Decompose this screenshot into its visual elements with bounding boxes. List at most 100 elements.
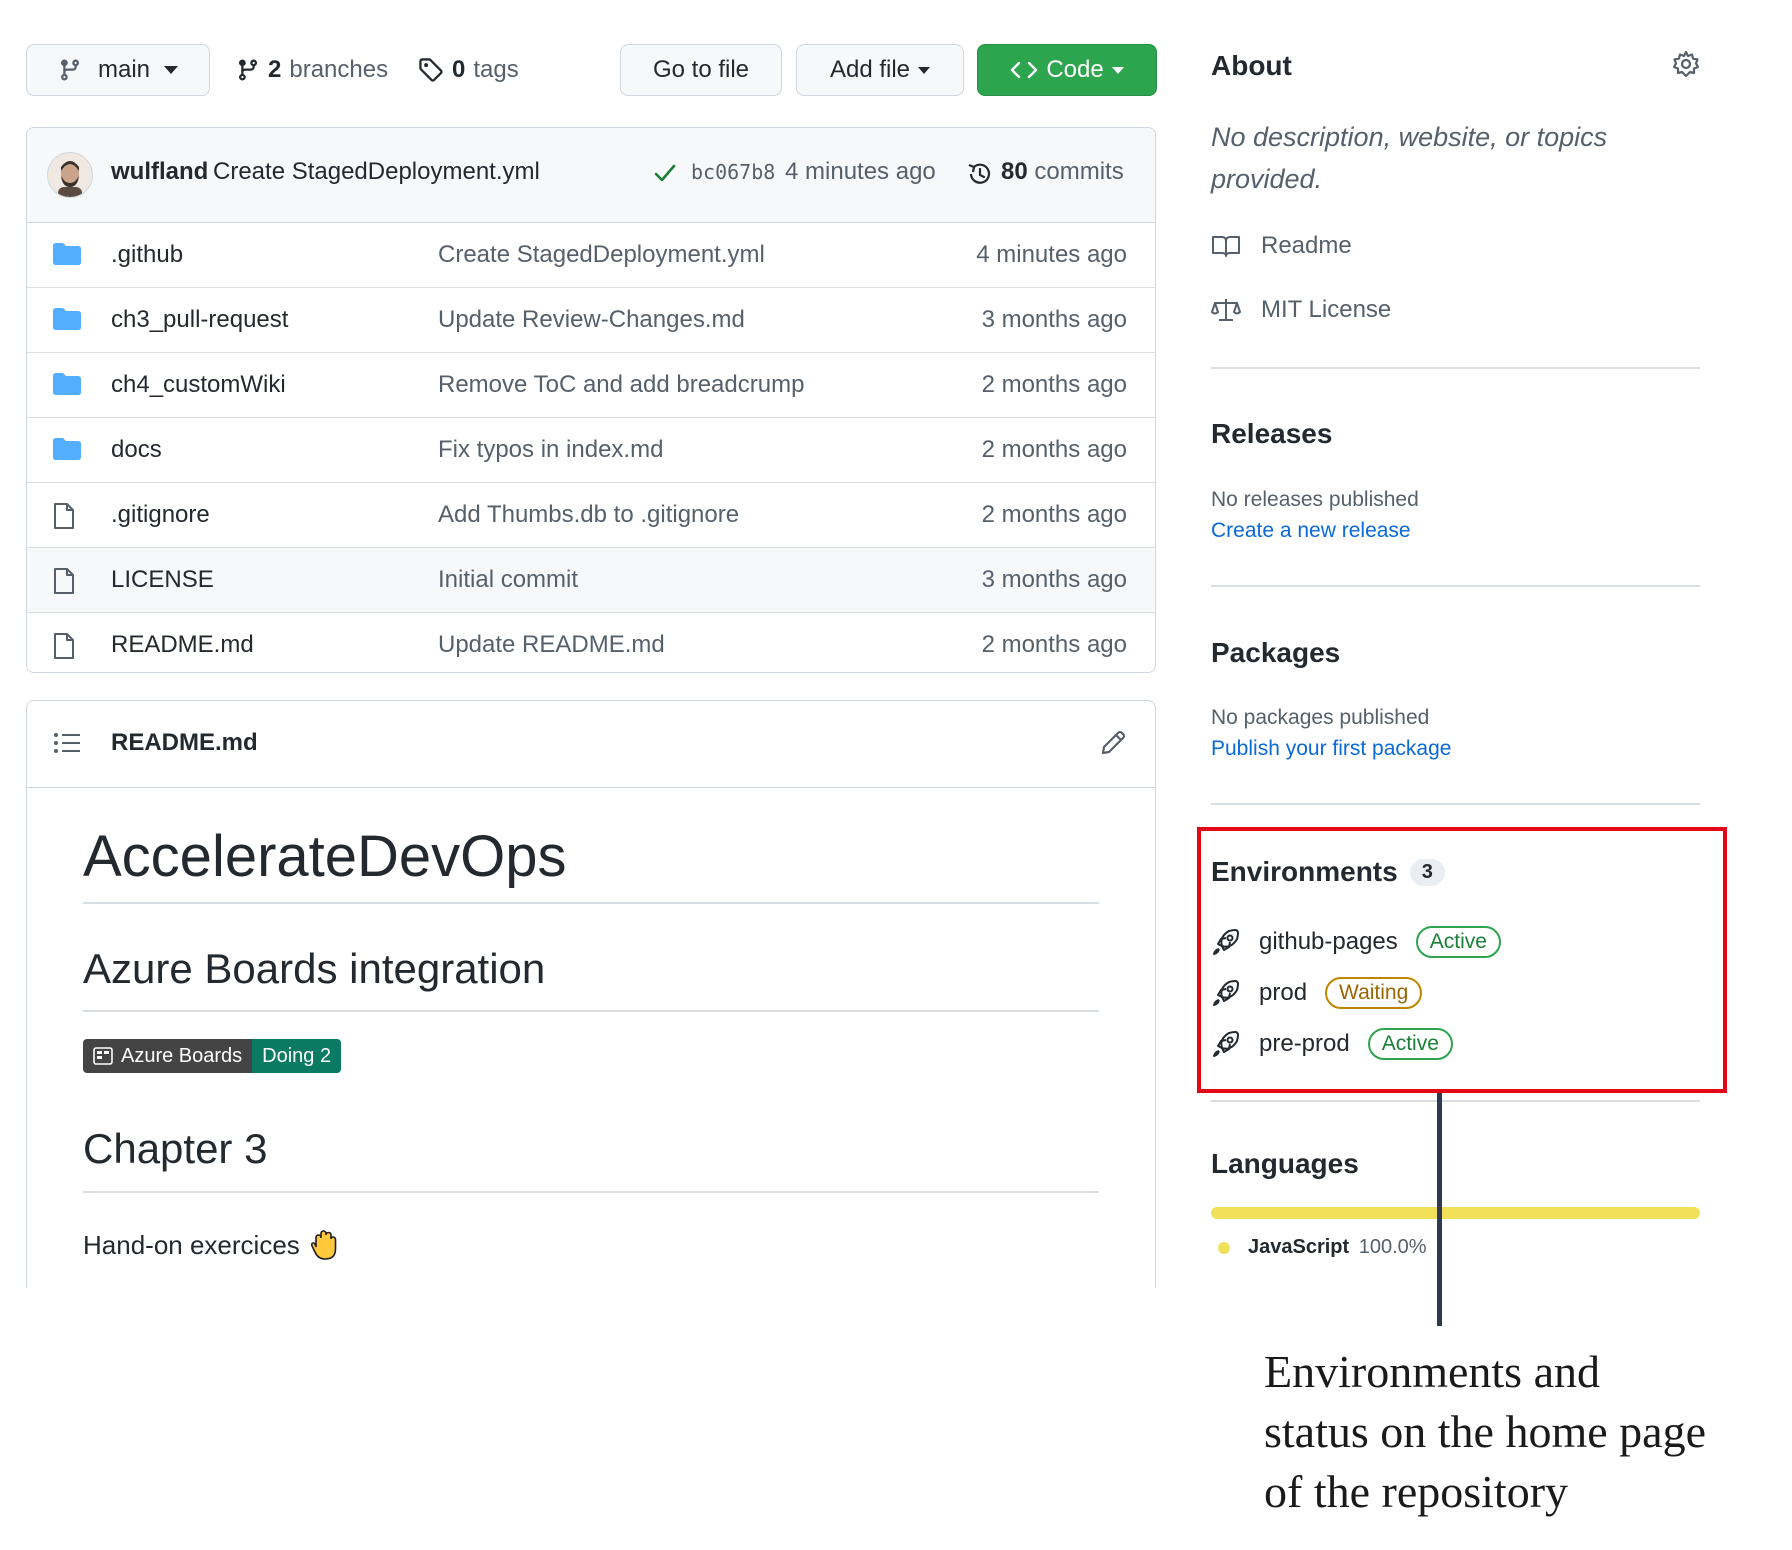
branch-selector[interactable]: main — [26, 44, 210, 96]
license-link[interactable]: MIT License — [1211, 296, 1391, 324]
branches-link[interactable]: 2 branches — [236, 50, 388, 90]
readme-link[interactable]: Readme — [1211, 232, 1352, 260]
pencil-icon[interactable] — [1099, 729, 1127, 757]
add-file-button[interactable]: Add file — [796, 44, 964, 96]
table-row[interactable]: docs Fix typos in index.md 2 months ago — [27, 417, 1155, 482]
caption-line: of the repository — [1264, 1466, 1569, 1517]
tags-count: 0 — [452, 56, 466, 83]
about-description: No description, website, or topics provi… — [1211, 116, 1607, 200]
file-name[interactable]: ch4_customWiki — [111, 371, 286, 399]
readme-filename: README.md — [111, 729, 258, 756]
about-description-line: provided. — [1211, 164, 1323, 194]
caption-line: Environments and — [1264, 1346, 1600, 1397]
languages-title: Languages — [1211, 1148, 1359, 1179]
code-label: Code — [1046, 56, 1104, 83]
file-commit-message[interactable]: Update README.md — [438, 631, 665, 659]
environment-name[interactable]: pre-prod — [1259, 1030, 1350, 1058]
divider — [83, 902, 1099, 904]
callout-line — [1437, 1093, 1442, 1326]
language-item[interactable]: JavaScript 100.0% — [1218, 1236, 1427, 1259]
file-commit-message[interactable]: Remove ToC and add breadcrump — [438, 371, 804, 399]
gear-icon[interactable] — [1672, 50, 1700, 78]
caption-line: status on the home page — [1264, 1406, 1707, 1457]
file-icon — [53, 633, 75, 659]
readme-panel: README.md AccelerateDevOps Azure Boards … — [26, 700, 1156, 1288]
status-badge: Active — [1415, 926, 1501, 958]
commit-message[interactable]: Create StagedDeployment.yml — [213, 158, 540, 186]
file-browser: wulfland Create StagedDeployment.yml bc0… — [26, 127, 1156, 673]
environment-name[interactable]: github-pages — [1259, 928, 1398, 956]
language-color-dot — [1218, 1241, 1230, 1254]
releases-empty-text: No releases published — [1211, 488, 1419, 511]
table-row[interactable]: ch4_customWiki Remove ToC and add breadc… — [27, 352, 1155, 417]
file-name[interactable]: README.md — [111, 631, 254, 659]
check-icon — [653, 162, 677, 184]
language-name: JavaScript — [1248, 1236, 1350, 1258]
git-branch-icon — [58, 57, 82, 83]
divider — [1211, 367, 1700, 369]
table-row[interactable]: .gitignore Add Thumbs.db to .gitignore 2… — [27, 482, 1155, 547]
license-link-label: MIT License — [1261, 296, 1392, 323]
book-icon — [1211, 234, 1241, 258]
code-button[interactable]: Code — [977, 44, 1157, 96]
tags-label: tags — [473, 56, 519, 83]
tags-link[interactable]: 0 tags — [418, 50, 519, 90]
code-icon — [1010, 60, 1038, 80]
file-age: 4 minutes ago — [976, 241, 1127, 268]
environment-item[interactable]: prod Waiting — [1211, 973, 1423, 1013]
file-commit-message[interactable]: Update Review-Changes.md — [438, 306, 745, 334]
file-name[interactable]: docs — [111, 436, 162, 464]
table-row[interactable]: ch3_pull-request Update Review-Changes.m… — [27, 287, 1155, 352]
publish-package-link[interactable]: Publish your first package — [1211, 737, 1451, 761]
file-age: 2 months ago — [981, 501, 1127, 528]
readme-title: AccelerateDevOps — [83, 824, 567, 889]
environment-item[interactable]: github-pages Active — [1211, 922, 1501, 962]
packages-title[interactable]: Packages — [1211, 637, 1340, 669]
file-commit-message[interactable]: Create StagedDeployment.yml — [438, 241, 765, 269]
list-icon[interactable] — [53, 731, 81, 755]
table-row[interactable]: .github Create StagedDeployment.yml 4 mi… — [27, 223, 1155, 287]
readme-paragraph: Hand-on exercices — [83, 1229, 338, 1261]
file-name[interactable]: .github — [111, 241, 183, 269]
table-row[interactable]: README.md Update README.md 2 months ago — [27, 612, 1155, 672]
chevron-down-icon — [918, 66, 931, 74]
language-bar-track — [1211, 1207, 1700, 1219]
environments-header[interactable]: Environments 3 — [1211, 856, 1445, 888]
branch-name: main — [97, 56, 151, 83]
git-branch-icon — [236, 57, 260, 83]
go-to-file-label: Go to file — [652, 56, 750, 83]
file-commit-message[interactable]: Fix typos in index.md — [438, 436, 663, 464]
file-icon — [53, 503, 75, 529]
divider — [1211, 1100, 1700, 1102]
folder-icon — [53, 373, 81, 395]
file-name[interactable]: ch3_pull-request — [111, 306, 288, 334]
file-commit-message[interactable]: Add Thumbs.db to .gitignore — [438, 501, 739, 529]
folder-icon — [53, 308, 81, 330]
readme-section-heading: Chapter 3 — [83, 1125, 268, 1172]
go-to-file-button[interactable]: Go to file — [620, 44, 782, 96]
create-release-link[interactable]: Create a new release — [1211, 519, 1411, 543]
azure-boards-badge[interactable]: Azure Boards Doing 2 — [83, 1039, 342, 1073]
packages-empty-text: No packages published — [1211, 706, 1430, 729]
divider — [83, 1010, 1099, 1012]
commits-link[interactable]: 80 commits — [1001, 158, 1124, 186]
status-badge: Waiting — [1325, 977, 1423, 1009]
folder-icon — [53, 243, 81, 265]
avatar[interactable] — [47, 152, 93, 198]
environment-item[interactable]: pre-prod Active — [1211, 1024, 1453, 1064]
commits-label: commits — [1034, 158, 1124, 185]
commit-author[interactable]: wulfland — [111, 158, 208, 186]
badge-right-label: Doing 2 — [252, 1039, 342, 1073]
commit-sha[interactable]: bc067b8 — [691, 160, 775, 184]
environments-count: 3 — [1409, 858, 1445, 886]
table-row[interactable]: LICENSE Initial commit 3 months ago — [27, 547, 1155, 612]
file-name[interactable]: .gitignore — [111, 501, 210, 529]
environment-name[interactable]: prod — [1259, 979, 1307, 1007]
file-icon — [53, 568, 75, 594]
rocket-icon — [1211, 978, 1241, 1008]
commit-time: 4 minutes ago — [785, 158, 936, 185]
file-name[interactable]: LICENSE — [111, 566, 214, 594]
releases-title[interactable]: Releases — [1211, 418, 1332, 450]
folder-icon — [53, 438, 81, 460]
file-commit-message[interactable]: Initial commit — [438, 566, 578, 594]
